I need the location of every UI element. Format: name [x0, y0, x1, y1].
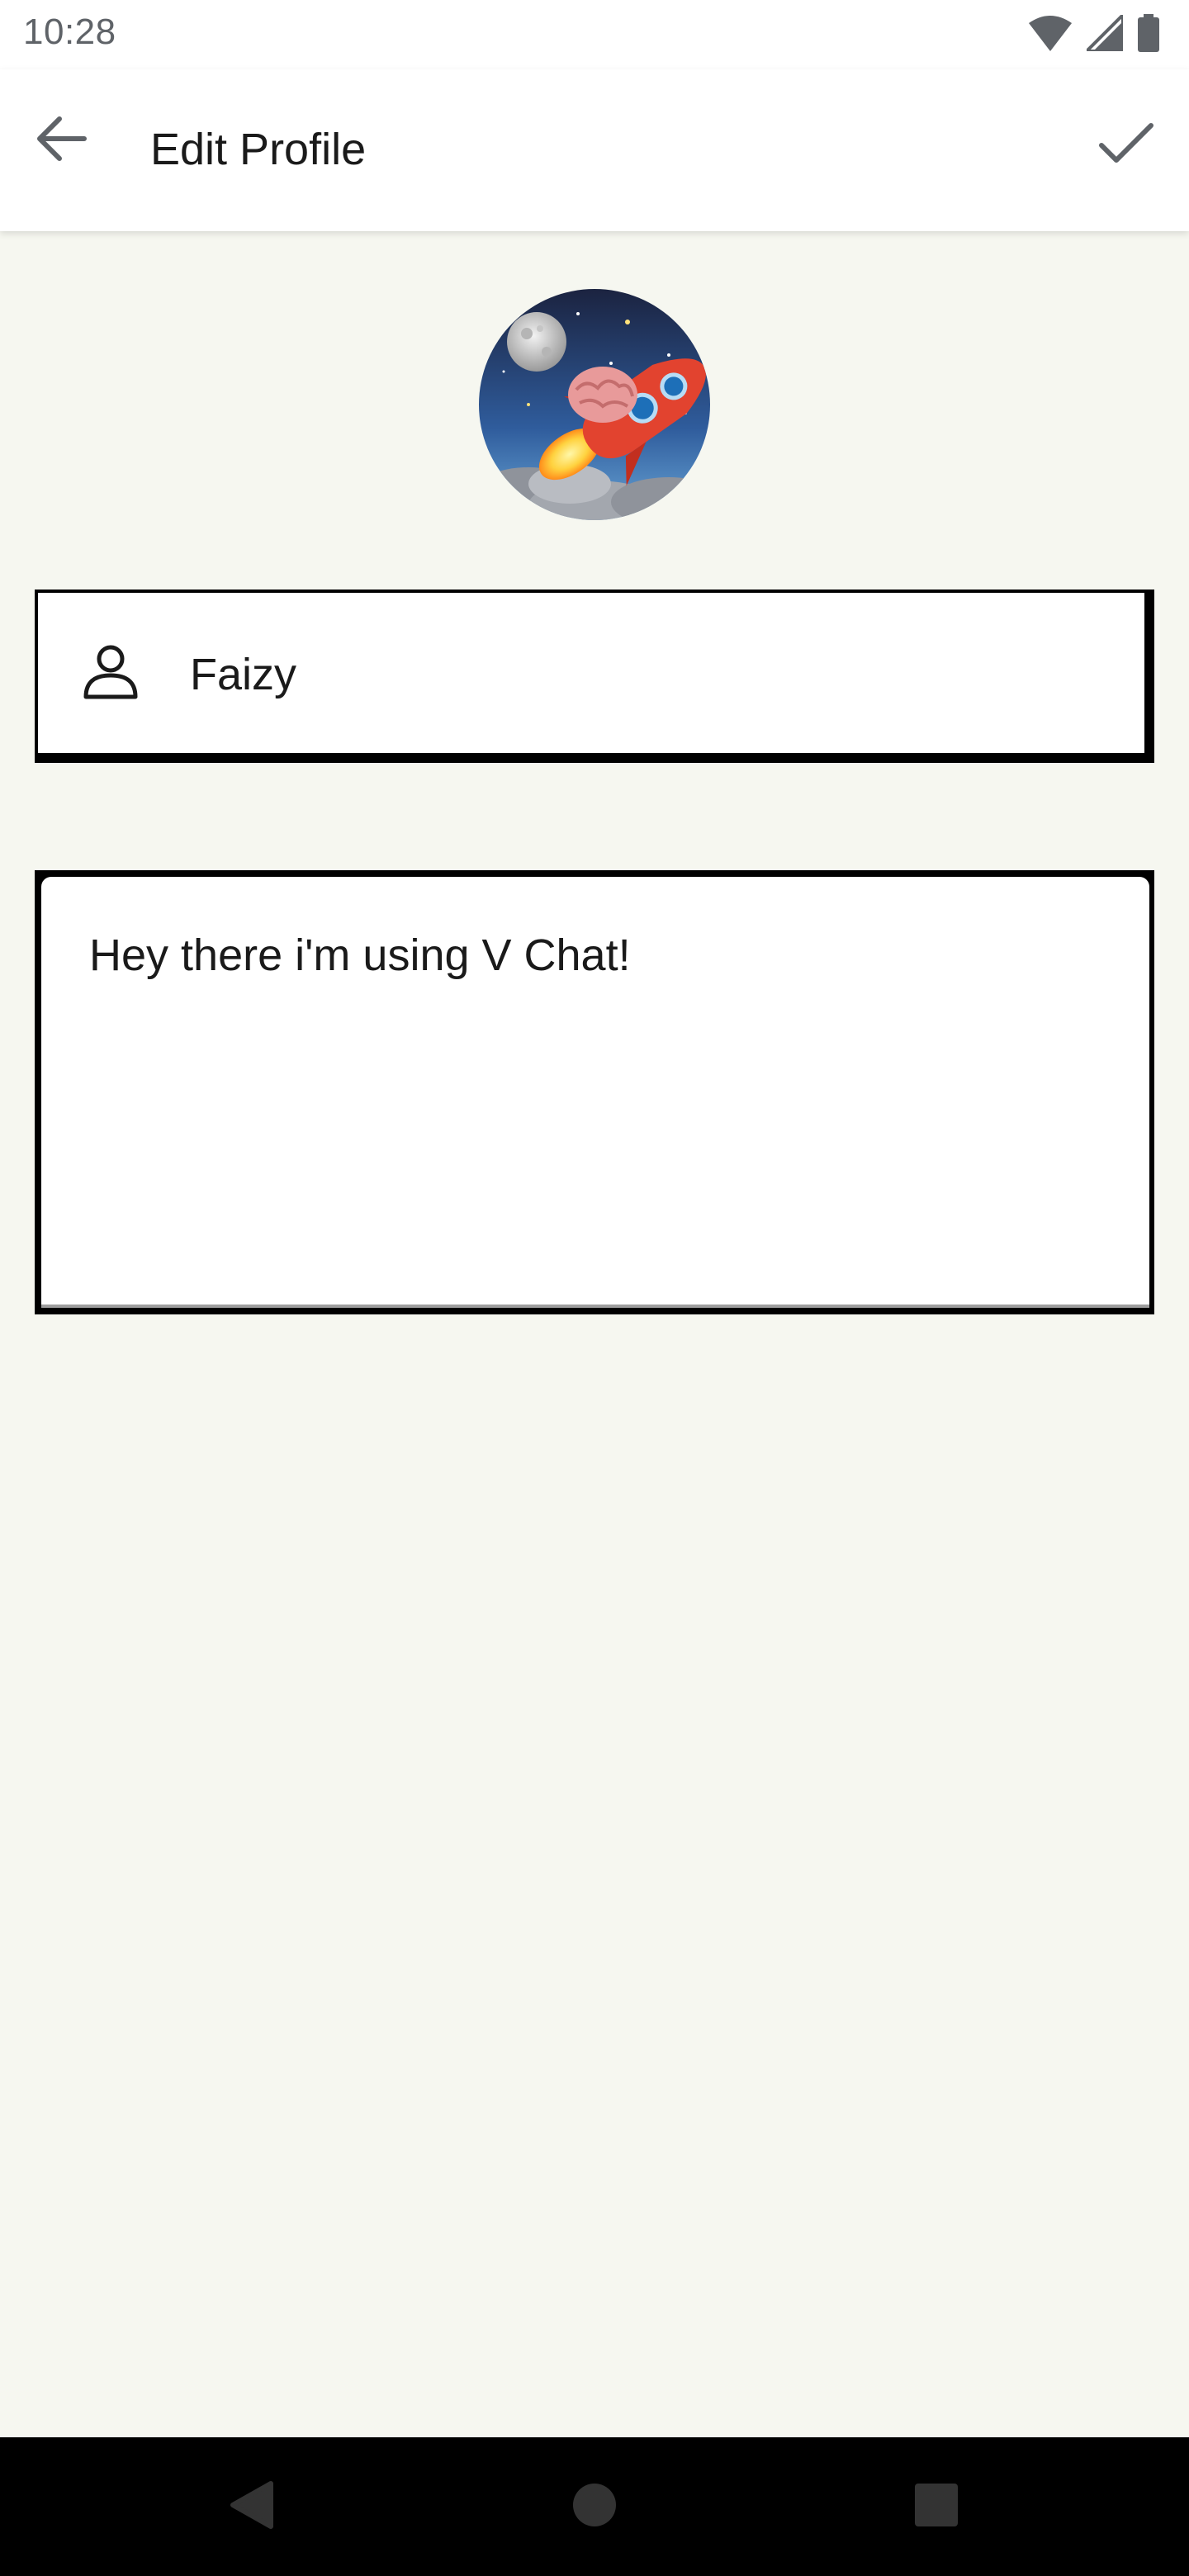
person-icon	[81, 642, 140, 702]
home-circle-icon	[571, 2482, 618, 2532]
status-time: 10:28	[23, 12, 116, 52]
about-text[interactable]: Hey there i'm using V Chat!	[89, 930, 631, 981]
status-bar: 10:28	[0, 0, 1189, 69]
check-icon	[1098, 122, 1154, 169]
avatar[interactable]	[479, 289, 710, 520]
nav-bar	[0, 2437, 1189, 2576]
name-input[interactable]: Faizy	[190, 649, 296, 700]
name-field[interactable]: Faizy	[35, 590, 1154, 763]
back-button[interactable]	[21, 101, 101, 180]
save-button[interactable]	[1083, 102, 1169, 188]
about-textarea[interactable]: Hey there i'm using V Chat!	[41, 877, 1149, 1308]
about-field[interactable]: Hey there i'm using V Chat!	[35, 870, 1154, 1314]
status-icons	[1029, 10, 1159, 56]
nav-back-button[interactable]	[208, 2464, 294, 2550]
arrow-back-icon	[35, 112, 88, 169]
brain-rocket-avatar	[479, 289, 710, 520]
signal-icon	[1082, 10, 1125, 55]
wifi-icon	[1029, 15, 1072, 55]
page-title: Edit Profile	[150, 125, 367, 174]
nav-home-button[interactable]	[552, 2464, 637, 2550]
app-bar: Edit Profile	[0, 69, 1189, 231]
nav-recents-button[interactable]	[893, 2464, 979, 2550]
recents-square-icon	[913, 2482, 959, 2532]
battery-icon	[1138, 13, 1159, 56]
back-triangle-icon	[228, 2480, 274, 2534]
